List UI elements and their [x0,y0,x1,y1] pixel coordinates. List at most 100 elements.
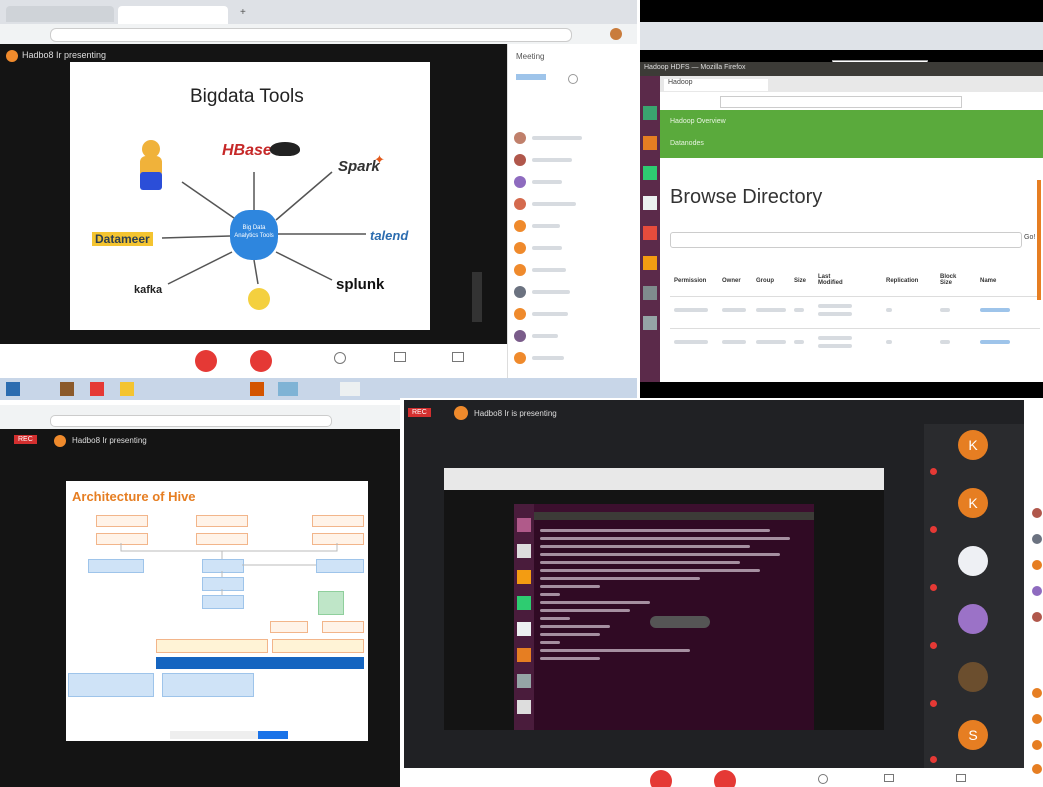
stop-sharing-button[interactable] [258,731,288,739]
green-header-overview[interactable]: Hadoop Overview [670,118,726,125]
launcher-icon[interactable] [643,256,657,270]
list-item[interactable] [508,172,637,192]
terminal-window[interactable] [534,512,814,730]
people-icon[interactable] [334,352,346,364]
scrollbar[interactable] [1037,180,1041,300]
floating-toolbar[interactable] [650,616,710,628]
people-icon[interactable] [818,774,828,784]
taskbar-app-icon[interactable] [60,382,74,396]
taskbar-app-icon[interactable] [120,382,134,396]
camera-off-button[interactable] [250,350,272,372]
chat-icon[interactable] [394,352,406,362]
table-row[interactable] [670,302,1040,324]
vm-toolbar [640,22,1043,72]
taskbar-app-icon[interactable] [278,382,298,396]
avatar[interactable] [1032,534,1042,544]
list-item[interactable] [508,128,637,148]
chat-icon[interactable] [884,774,894,782]
avatar[interactable] [1032,714,1042,724]
participant-tile[interactable] [924,656,1024,714]
avatar[interactable] [1032,508,1042,518]
mic-off-icon [930,584,937,591]
launcher-icon[interactable] [643,226,657,240]
list-item[interactable] [508,216,637,236]
browser-tab-active[interactable] [118,6,228,24]
taskbar-app-icon[interactable] [250,382,264,396]
launcher-icon[interactable] [643,136,657,150]
launcher-icon[interactable] [643,106,657,120]
list-item[interactable] [508,150,637,170]
start-icon[interactable] [6,382,20,396]
launcher-icon[interactable] [517,648,531,662]
browser-tab[interactable] [6,6,114,22]
profile-avatar[interactable] [610,28,622,40]
launcher-icon[interactable] [517,700,531,714]
meeting-window-bottom-left: REC Hadbo8 Ir presenting Architecture of… [0,405,400,787]
participant-tile[interactable]: K [924,424,1024,482]
launcher-icon[interactable] [517,596,531,610]
list-item[interactable] [508,326,637,346]
path-input[interactable] [670,232,1022,248]
avatar[interactable] [1032,612,1042,622]
list-item[interactable] [508,260,637,280]
mic-off-button[interactable] [195,350,217,372]
launcher-icon[interactable] [517,674,531,688]
launcher-icon[interactable] [643,166,657,180]
avatar: S [958,720,988,750]
firefox-address-bar[interactable] [720,96,962,108]
list-item[interactable] [508,282,637,302]
avatar[interactable] [1032,740,1042,750]
settings-tab[interactable] [568,74,578,84]
new-tab-button[interactable]: + [240,8,250,18]
launcher-icon[interactable] [517,518,531,532]
present-icon[interactable] [452,352,464,362]
presenter-title: Hadbo8 Ir presenting [72,436,147,445]
mic-off-button[interactable] [650,770,672,787]
camera-off-button[interactable] [714,770,736,787]
avatar[interactable] [1032,586,1042,596]
avatar[interactable] [1032,688,1042,698]
present-icon[interactable] [956,774,966,782]
table-header-replication[interactable]: Replication [886,278,918,284]
launcher-icon[interactable] [643,196,657,210]
list-item[interactable] [508,348,637,368]
address-bar[interactable] [50,415,332,427]
launcher-icon[interactable] [517,622,531,636]
table-header-last-modified[interactable]: Last Modified [818,274,848,286]
launcher-icon[interactable] [643,286,657,300]
avatar[interactable] [1032,560,1042,570]
connector-lines [161,171,366,285]
list-item[interactable] [508,238,637,258]
participant-tile[interactable]: S [924,714,1024,768]
list-item[interactable] [508,304,637,324]
presenter-title: Hadbo8 Ir is presenting [474,409,557,418]
table-header-group[interactable]: Group [756,278,774,284]
side-strip [472,272,482,322]
avatar[interactable] [1032,764,1042,774]
taskbar-app-icon[interactable] [90,382,104,396]
green-header-datanodes[interactable]: Datanodes [670,140,704,147]
address-bar[interactable] [50,28,572,42]
go-button[interactable]: Go! [1024,234,1035,241]
firefox-tabbar: Hadoop [660,76,1043,92]
taskbar-app-icon[interactable] [340,382,360,396]
mic-off-icon [930,700,937,707]
launcher-icon[interactable] [643,316,657,330]
presenter-avatar [454,406,468,420]
participant-tile[interactable] [924,540,1024,598]
table-header-permission[interactable]: Permission [674,278,706,284]
browser-tab-bar: + [0,0,637,24]
participant-tile[interactable]: K [924,482,1024,540]
hdfs-tab[interactable]: Hadoop [664,79,768,91]
launcher-icon[interactable] [517,570,531,584]
table-row[interactable] [670,334,1040,356]
table-header-block-size[interactable]: Block Size [940,274,964,286]
meeting-window-bottom-right: REC Hadbo8 Ir is presenting K K S [400,398,1043,787]
participant-tile[interactable] [924,598,1024,656]
list-item[interactable] [508,194,637,214]
people-tab[interactable] [516,74,546,80]
launcher-icon[interactable] [517,544,531,558]
table-header-size[interactable]: Size [794,278,806,284]
table-header-owner[interactable]: Owner [722,278,741,284]
table-header-name[interactable]: Name [980,278,996,284]
